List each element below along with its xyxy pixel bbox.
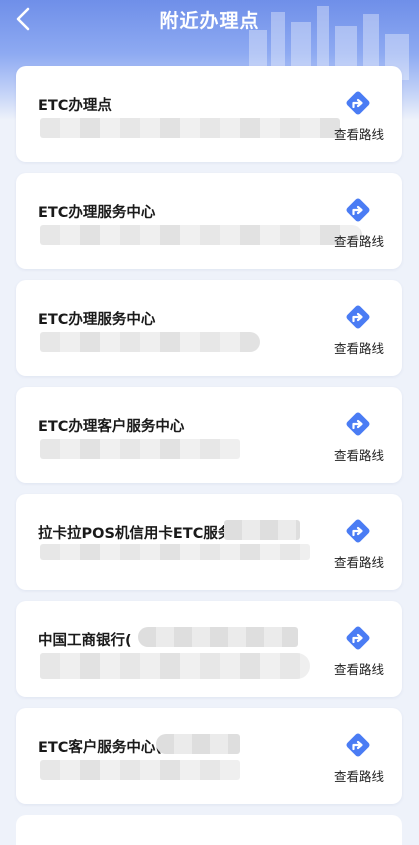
redacted-name-suffix (138, 627, 298, 647)
location-name: ETC办理客户服务中心 (38, 419, 185, 435)
directions-icon (346, 305, 370, 329)
redacted-name-suffix (224, 520, 300, 540)
directions-icon (346, 733, 370, 757)
location-card-partial[interactable] (16, 815, 402, 845)
view-route-label: 查看路线 (333, 769, 384, 784)
location-name: 中国工商银行( (38, 633, 132, 649)
view-route-button[interactable]: 查看路线 (330, 516, 388, 572)
page-title: 附近办理点 (159, 10, 260, 32)
redacted-address (40, 439, 240, 459)
location-name: ETC办理服务中心 (38, 205, 156, 221)
location-card[interactable]: ETC办理客户服务中心 查看路线 (16, 387, 402, 483)
view-route-button[interactable]: 查看路线 (330, 623, 388, 679)
directions-icon (346, 519, 370, 543)
directions-icon (346, 91, 370, 115)
location-card[interactable]: ETC办理服务中心 查看路线 (16, 280, 402, 376)
location-name: ETC办理点 (38, 98, 112, 114)
view-route-label: 查看路线 (333, 448, 384, 463)
view-route-label: 查看路线 (333, 555, 384, 570)
location-card[interactable]: 拉卡拉POS机信用卡ETC服务 查看路线 (16, 494, 402, 590)
redacted-address (40, 760, 240, 780)
view-route-button[interactable]: 查看路线 (330, 730, 388, 786)
redacted-address (40, 653, 310, 679)
location-card[interactable]: ETC办理服务中心 查看路线 (16, 173, 402, 269)
redacted-address (40, 332, 260, 352)
location-card[interactable]: ETC办理点 查看路线 (16, 66, 402, 162)
view-route-button[interactable]: 查看路线 (330, 302, 388, 358)
directions-icon (346, 198, 370, 222)
view-route-label: 查看路线 (333, 127, 384, 142)
redacted-address (40, 118, 340, 138)
location-card[interactable]: 中国工商银行( 查看路线 (16, 601, 402, 697)
directions-icon (346, 412, 370, 436)
view-route-label: 查看路线 (333, 341, 384, 356)
location-name: ETC办理服务中心 (38, 312, 156, 328)
redacted-name-suffix (156, 734, 240, 754)
view-route-label: 查看路线 (333, 234, 384, 249)
location-name: ETC客户服务中心( (38, 740, 163, 756)
location-list: ETC办理点 查看路线 ETC办理服务中心 查看路线 ETC办理服务中心 查看路… (16, 66, 402, 845)
directions-icon (346, 626, 370, 650)
location-name: 拉卡拉POS机信用卡ETC服务 (38, 526, 233, 542)
redacted-address (40, 225, 362, 245)
redacted-address (40, 544, 310, 560)
view-route-label: 查看路线 (333, 662, 384, 677)
view-route-button[interactable]: 查看路线 (330, 195, 388, 251)
view-route-button[interactable]: 查看路线 (330, 409, 388, 465)
view-route-button[interactable]: 查看路线 (330, 88, 388, 144)
location-card[interactable]: ETC客户服务中心( 查看路线 (16, 708, 402, 804)
